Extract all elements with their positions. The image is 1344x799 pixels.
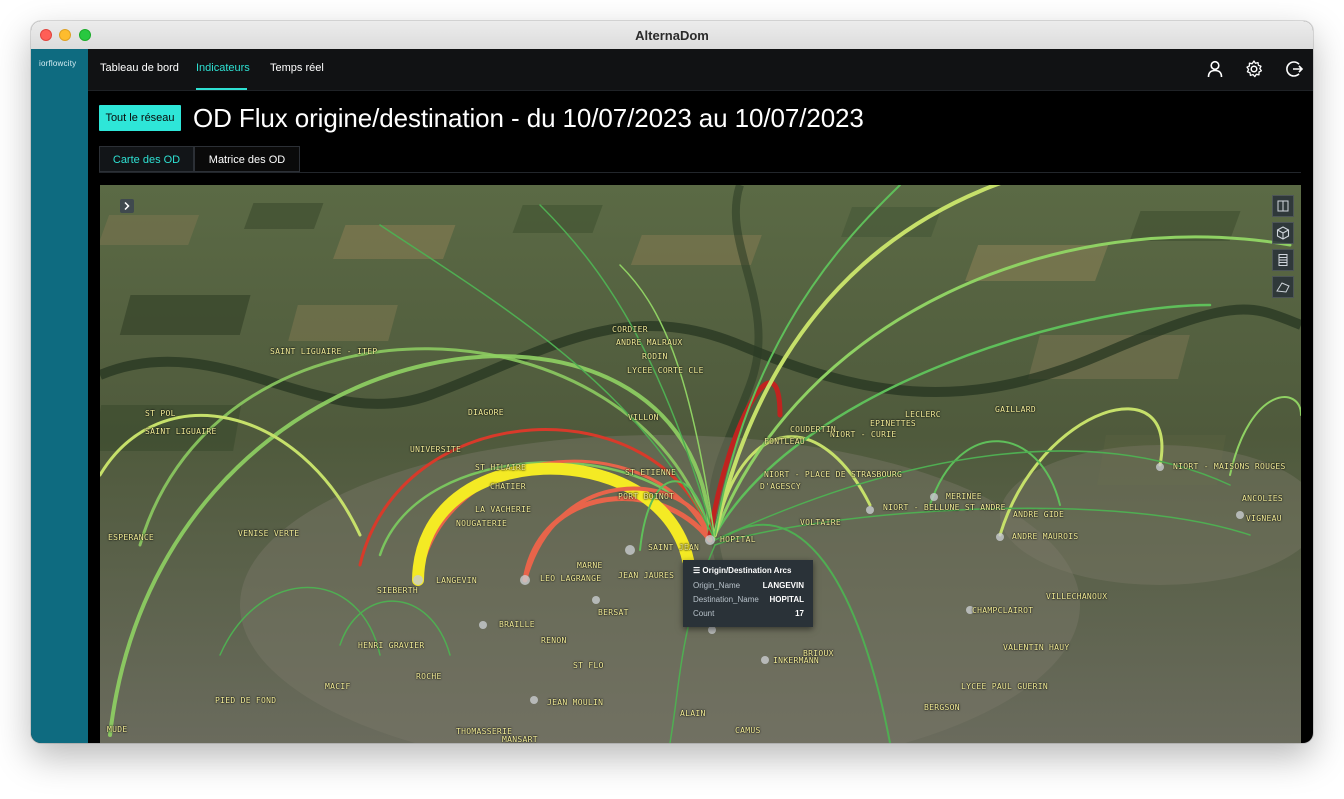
tooltip-value: HOPITAL [769, 595, 804, 604]
brand-logo[interactable]: iorflowcity [39, 59, 76, 68]
gear-icon[interactable] [1244, 59, 1264, 79]
map-label: VALENTIN HAUY [1003, 643, 1070, 652]
arc-tooltip: ☰ Origin/Destination Arcs Origin_Name LA… [683, 560, 813, 627]
map-label: SAINT LIGUAIRE [145, 427, 217, 436]
map-label: D'AGESCY [760, 482, 801, 491]
map-label: LA VACHERIE [475, 505, 532, 514]
map-label: FONTLEAU [764, 437, 805, 446]
map-label: BRAILLE [499, 620, 535, 629]
window-title: AlternaDom [635, 28, 709, 43]
map-label: MANSART [502, 735, 538, 743]
map-label: NOUGATERIE [456, 519, 508, 528]
map-label: LEO LAGRANGE [540, 574, 602, 583]
table-icon[interactable] [1272, 249, 1294, 271]
map-label: BERGSON [924, 703, 960, 712]
map-label: ANCOLIES [1242, 494, 1283, 503]
map-label: RENON [541, 636, 567, 645]
map-label: HOPITAL [720, 535, 756, 544]
map-label: VOLTAIRE [800, 518, 841, 527]
map-label: ST POL [145, 409, 176, 418]
map-label: CHAMPCLAIROT [972, 606, 1034, 615]
cube-icon[interactable] [1272, 222, 1294, 244]
map-label: HENRI GRAVIER [358, 641, 425, 650]
od-map[interactable]: SAINT LIGUAIRE - ITEP SAINT LIGUAIRE ST … [100, 185, 1301, 743]
map-label: SAINT LIGUAIRE - ITEP [270, 347, 378, 356]
layers-icon: ☰ [693, 566, 701, 575]
page-title: OD Flux origine/destination - du 10/07/2… [193, 103, 864, 133]
map-label: DIAGORE [468, 408, 504, 417]
top-navigation: Tableau de bord Indicateurs Temps réel [88, 49, 1313, 91]
tooltip-key: Destination_Name [693, 595, 759, 604]
tooltip-key: Origin_Name [693, 581, 741, 590]
nav-active-indicator [196, 88, 247, 90]
map-canvas[interactable] [100, 185, 1301, 743]
map-label: SAINT JEAN [648, 543, 700, 552]
map-label: PIED DE FOND [215, 696, 277, 705]
nav-item-indicateurs[interactable]: Indicateurs [196, 62, 250, 74]
tooltip-title: ☰ Origin/Destination Arcs [693, 566, 791, 575]
tooltip-row: Destination_Name HOPITAL [693, 595, 804, 606]
map-label: BERSAT [598, 608, 629, 617]
map-label: ST HILAIRE [475, 463, 527, 472]
map-label: RODIN [642, 352, 668, 361]
map-label: NIORT - MAISONS ROUGES [1173, 462, 1286, 471]
map-label: SIEBERTH [377, 586, 418, 595]
split-view-icon[interactable] [1272, 195, 1294, 217]
map-label: VENISE VERTE [238, 529, 300, 538]
map-label: EPINETTES [870, 419, 917, 428]
map-label: MACIF [325, 682, 351, 691]
map-label: JEAN JAURES [618, 571, 675, 580]
map-label: CORDIER [612, 325, 648, 334]
nav-item-tableau-de-bord[interactable]: Tableau de bord [100, 62, 179, 74]
map-label: UNIVERSITE [410, 445, 462, 454]
tooltip-row: Count 17 [693, 609, 804, 620]
map-label: LYCEE PAUL GUERIN [961, 682, 1048, 691]
app-window: AlternaDom iorflowcity Tableau de bord I… [31, 21, 1313, 743]
tooltip-key: Count [693, 609, 715, 618]
map-label: COUDERTIN [790, 425, 837, 434]
map-label: ANDRE MAUROIS [1012, 532, 1079, 541]
tooltip-value: LANGEVIN [762, 581, 804, 590]
map-style-icon[interactable] [1272, 276, 1294, 298]
map-label: VILLECHANOUX [1046, 592, 1108, 601]
tooltip-value: 17 [795, 609, 804, 618]
logout-icon[interactable] [1284, 59, 1304, 79]
tabs-divider [99, 172, 1301, 173]
chevron-right-icon[interactable] [120, 199, 134, 213]
map-label: ANDRE MALRAUX [616, 338, 683, 347]
map-label: ANDRE GIDE [1013, 510, 1065, 519]
map-label: CHATIER [490, 482, 526, 491]
map-label: GAILLARD [995, 405, 1036, 414]
map-label: ROCHE [416, 672, 442, 681]
map-label: PORT BOINOT [618, 492, 675, 501]
map-label: LYCEE CORTE CLE [627, 366, 704, 375]
nav-item-temps-reel[interactable]: Temps réel [270, 62, 324, 74]
map-label: ST FLO [573, 661, 604, 670]
map-label: MARNE [577, 561, 603, 570]
map-label: LANGEVIN [436, 576, 477, 585]
map-label: MERINEE [946, 492, 982, 501]
scope-button[interactable]: Tout le réseau [99, 105, 181, 131]
map-label: JEAN MOULIN [547, 698, 604, 707]
map-label: ALAIN [680, 709, 706, 718]
sidebar: iorflowcity [31, 49, 88, 743]
map-label: VIGNEAU [1246, 514, 1282, 523]
map-label: ST ETIENNE [625, 468, 677, 477]
map-label: CAMUS [735, 726, 761, 735]
tab-matrice-des-od[interactable]: Matrice des OD [194, 146, 300, 172]
map-label: BRIOUX [803, 649, 834, 658]
tooltip-row: Origin_Name LANGEVIN [693, 581, 804, 592]
title-bar: AlternaDom [31, 21, 1313, 50]
tab-carte-des-od[interactable]: Carte des OD [99, 146, 194, 172]
map-label: NIORT - BELLUNE ST ANDRE [883, 503, 1006, 512]
map-label: VILLON [628, 413, 659, 422]
map-label: NIORT - CURIE [830, 430, 897, 439]
map-label: NIORT - PLACE DE STRASBOURG [764, 470, 903, 479]
map-label: LECLERC [905, 410, 941, 419]
tooltip-title-text: Origin/Destination Arcs [702, 566, 792, 575]
user-icon[interactable] [1205, 59, 1225, 79]
map-label: MUDE [107, 725, 128, 734]
map-label: ESPERANCE [108, 533, 155, 542]
